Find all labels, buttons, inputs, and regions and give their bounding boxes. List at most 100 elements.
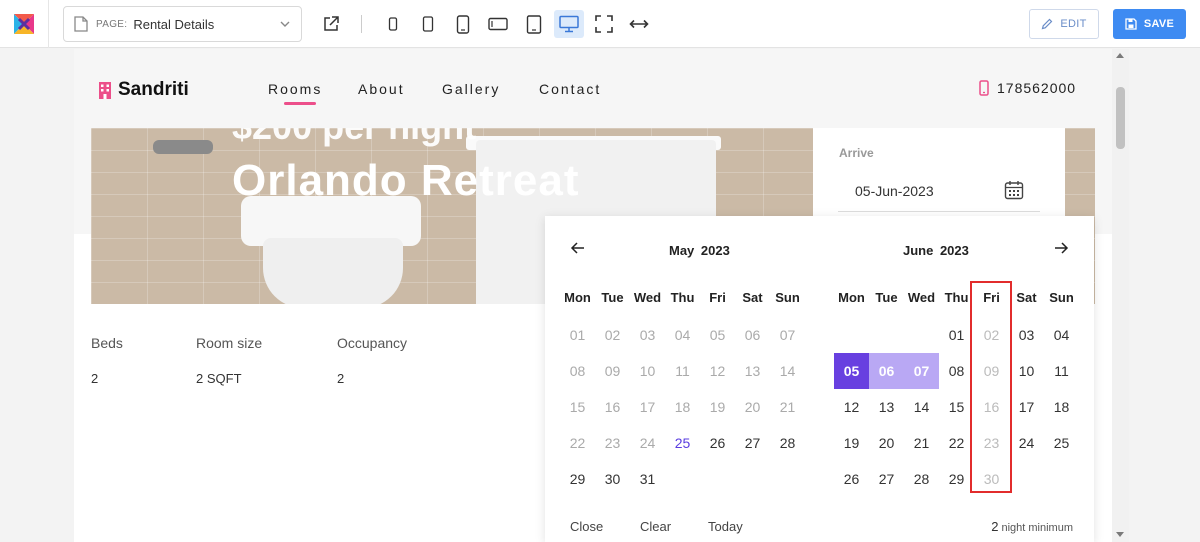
day-june-13[interactable]: 13 — [869, 389, 904, 425]
day-june-28[interactable]: 28 — [904, 461, 939, 497]
day-june-06[interactable]: 06 — [869, 353, 904, 389]
fullscreen-icon — [595, 15, 613, 33]
day-june-05[interactable]: 05 — [834, 353, 869, 389]
arrive-label: Arrive — [839, 146, 874, 160]
device-phone-button[interactable] — [413, 10, 443, 38]
day-june-01[interactable]: 01 — [939, 317, 974, 353]
arrive-date-input[interactable]: 05-Jun-2023 — [838, 170, 1040, 212]
arrive-date-value: 05-Jun-2023 — [855, 182, 934, 199]
nav-gallery[interactable]: Gallery — [442, 81, 500, 97]
day-june-29[interactable]: 29 — [939, 461, 974, 497]
day-may-30[interactable]: 30 — [595, 461, 630, 497]
minimum-nights-note: 2 night minimum — [991, 519, 1073, 534]
fullscreen-button[interactable] — [589, 10, 619, 38]
page-prefix: PAGE: — [96, 18, 128, 30]
day-june-26[interactable]: 26 — [834, 461, 869, 497]
day-blank — [904, 317, 939, 353]
day-may-08: 08 — [569, 363, 586, 379]
weekday-fri: Fri — [709, 290, 726, 305]
next-month-arrow-icon[interactable] — [1053, 240, 1069, 256]
vertical-scrollbar[interactable] — [1112, 49, 1129, 542]
day-june-03[interactable]: 03 — [1009, 317, 1044, 353]
weekday-mon: Mon — [564, 290, 591, 305]
hero-photo-towel-bar — [153, 140, 213, 154]
day-may-31[interactable]: 31 — [630, 461, 665, 497]
day-june-21[interactable]: 21 — [904, 425, 939, 461]
day-may-26[interactable]: 26 — [700, 425, 735, 461]
day-june-07[interactable]: 07 — [904, 353, 939, 389]
beds-label: Beds — [91, 335, 123, 351]
day-june-04[interactable]: 04 — [1044, 317, 1079, 353]
minimum-nights-text: night minimum — [998, 522, 1073, 534]
day-june-19[interactable]: 19 — [834, 425, 869, 461]
day-may-27[interactable]: 27 — [735, 425, 770, 461]
device-phone-small-button[interactable] — [378, 10, 408, 38]
day-may-20: 20 — [744, 399, 761, 415]
day-may-19: 19 — [709, 399, 726, 415]
day-june-22[interactable]: 22 — [939, 425, 974, 461]
calendar-icon[interactable] — [1004, 180, 1024, 200]
weekday-thu: Thu — [670, 290, 695, 305]
page-selector[interactable]: PAGE: Rental Details — [63, 6, 302, 42]
device-desktop-button[interactable] — [554, 10, 584, 38]
weekday-tue: Tue — [601, 290, 624, 305]
edit-label: EDIT — [1060, 18, 1087, 30]
nav-contact[interactable]: Contact — [539, 81, 601, 97]
day-may-14: 14 — [779, 363, 796, 379]
open-external-button[interactable] — [316, 10, 346, 38]
day-june-14[interactable]: 14 — [904, 389, 939, 425]
page-name: Rental Details — [133, 16, 215, 32]
day-may-06: 06 — [744, 327, 761, 343]
day-june-18[interactable]: 18 — [1044, 389, 1079, 425]
day-june-20[interactable]: 20 — [869, 425, 904, 461]
contact-phone[interactable]: 178562000 — [979, 80, 1076, 96]
scroll-thumb[interactable] — [1116, 87, 1125, 149]
app-logo[interactable] — [0, 0, 49, 48]
day-may-15: 15 — [569, 399, 586, 415]
day-june-10[interactable]: 10 — [1009, 353, 1044, 389]
day-may-17: 17 — [639, 399, 656, 415]
weekday-wed: Wed — [633, 290, 662, 305]
save-button[interactable]: SAVE — [1113, 9, 1186, 39]
close-button[interactable]: Close — [570, 519, 603, 534]
day-june-08[interactable]: 08 — [939, 353, 974, 389]
day-may-25[interactable]: 25 — [665, 425, 700, 461]
device-tablet-landscape-button[interactable] — [483, 10, 513, 38]
day-june-12[interactable]: 12 — [834, 389, 869, 425]
day-june-15[interactable]: 15 — [939, 389, 974, 425]
day-may-07: 07 — [779, 327, 796, 343]
external-link-icon — [324, 16, 339, 31]
tablet-icon — [526, 14, 542, 34]
site-brand[interactable]: Sandriti — [98, 79, 189, 101]
day-june-24[interactable]: 24 — [1009, 425, 1044, 461]
weekday-tue: Tue — [875, 290, 898, 305]
edit-button[interactable]: EDIT — [1029, 9, 1099, 39]
day-may-28[interactable]: 28 — [770, 425, 805, 461]
today-button[interactable]: Today — [708, 519, 743, 534]
day-may-02: 02 — [604, 327, 621, 343]
day-may-12: 12 — [709, 363, 726, 379]
hero-photo-toilet — [263, 238, 403, 304]
page-icon — [74, 16, 88, 32]
prev-month-arrow-icon[interactable] — [570, 240, 586, 256]
day-june-27[interactable]: 27 — [869, 461, 904, 497]
day-june-11[interactable]: 11 — [1044, 353, 1079, 389]
nav-rooms[interactable]: Rooms — [268, 81, 322, 97]
day-may-09: 09 — [604, 363, 621, 379]
hero-price: $200 per night — [232, 128, 476, 148]
device-phone-large-button[interactable] — [448, 10, 478, 38]
clear-button[interactable]: Clear — [640, 519, 671, 534]
phone-large-icon — [456, 14, 470, 34]
device-tablet-button[interactable] — [519, 10, 549, 38]
friday-column-highlight — [970, 281, 1012, 493]
day-may-29[interactable]: 29 — [560, 461, 595, 497]
day-may-10: 10 — [639, 363, 656, 379]
fit-width-button[interactable] — [624, 10, 654, 38]
day-june-17[interactable]: 17 — [1009, 389, 1044, 425]
scroll-down-arrow-icon[interactable] — [1116, 532, 1124, 537]
room-size-label: Room size — [196, 335, 263, 351]
nav-about[interactable]: About — [358, 81, 405, 97]
scroll-up-arrow-icon[interactable] — [1116, 53, 1124, 58]
day-june-25[interactable]: 25 — [1044, 425, 1079, 461]
june-days-grid: 01 02 03 04 05 06 07 08 09 10 11 12 13 14 15 16 17 18 19 20… — [834, 317, 1079, 497]
